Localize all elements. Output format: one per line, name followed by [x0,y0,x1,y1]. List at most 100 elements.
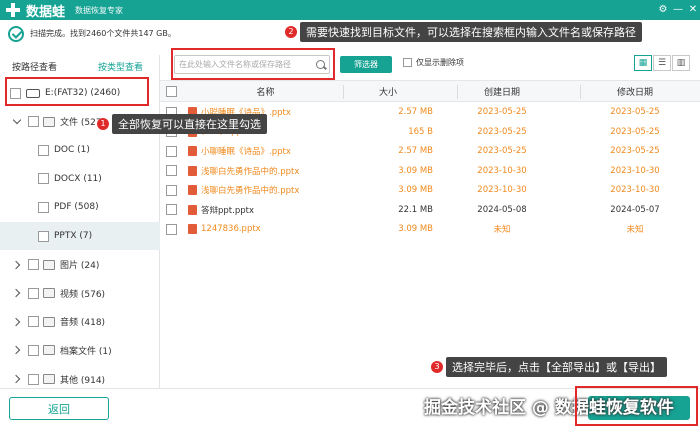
show-deleted-label: 仅显示删除项 [416,58,464,67]
settings-gear-icon[interactable]: ⚙ [656,3,670,17]
tab-by-type[interactable]: 按类型查看 [98,60,143,73]
view-mode-tabs: 按路径查看 按类型查看 [0,55,159,77]
tree-item-checkbox[interactable] [38,230,49,242]
file-name: 小聊睡眠《诗品》.pptx [201,147,291,157]
select-all-checkbox[interactable] [166,85,177,97]
tree-item-label: DOC (1) [54,145,90,156]
tree-item-label: DOCX (11) [54,173,102,184]
file-created-date: 2023-05-25 [477,126,527,137]
header-size[interactable]: 大小 [343,81,435,101]
tree-item-label: 档案文件 (1) [60,346,112,357]
file-created-date: 2023-05-25 [477,107,527,117]
filter-button[interactable]: 筛选器 [340,56,392,73]
header-created[interactable]: 创建日期 [457,81,547,101]
tree-item-label: 其他 (914) [60,375,106,386]
file-name: 1247836.pptx [201,224,261,234]
list-view-icon[interactable]: ☰ [653,55,671,71]
annotation-badge-1: 1 [97,118,109,130]
tree-item-label: 视频 (576) [60,289,106,300]
annotation-badge-2: 2 [285,26,297,38]
tree-item[interactable]: 音频 (418) [0,308,160,336]
tree-item[interactable]: 档案文件 (1) [0,336,160,364]
pptx-file-icon [188,165,197,176]
chevron-right-icon[interactable] [12,288,22,298]
file-modified-date: 2023-10-30 [610,185,660,195]
file-modified-date: 2024-05-07 [610,204,660,215]
row-checkbox[interactable] [166,145,177,157]
file-modified-date: 2023-05-25 [610,126,660,137]
file-created-date: 2024-05-08 [477,204,527,215]
chevron-down-icon[interactable] [12,117,22,127]
tree-item[interactable]: DOC (1) [0,136,160,164]
app-logo-icon [6,3,20,17]
detail-view-icon[interactable]: ▥ [672,55,690,71]
file-created-date: 2023-05-25 [477,146,527,156]
row-checkbox[interactable] [166,204,177,215]
show-deleted-checkbox[interactable] [403,58,412,67]
table-row[interactable]: 浅聊白先勇作品中的.pptx 3.09 MB 2023-10-30 2023-10-3… [160,180,700,200]
tree-item[interactable]: DOCX (11) [0,165,160,193]
tree-item-checkbox[interactable] [28,287,39,299]
tree-item-label: 图片 (24) [60,261,100,272]
file-name: 答辩ppt.pptx [201,205,254,216]
annotation-box-1 [5,77,149,106]
tree-item[interactable]: 视频 (576) [0,279,160,307]
tree-item[interactable]: 图片 (24) [0,251,160,279]
annotation-callout-1: 全部恢复可以直接在这里勾选 [112,114,267,134]
annotation-callout-2: 需要快速找到目标文件，可以选择在搜索框内输入文件名或保存路径 [300,22,642,42]
file-size: 3.09 MB [398,185,433,195]
tree-item-checkbox[interactable] [28,316,39,328]
tree-item-checkbox[interactable] [28,344,39,356]
file-size: 3.09 MB [398,224,433,234]
row-checkbox[interactable] [166,223,177,235]
document-icon [43,116,55,127]
table-row[interactable]: 浅聊白先勇作品中的.pptx 3.09 MB 2023-10-30 2023-10-3… [160,161,700,181]
image-icon [43,259,55,270]
check-circle-icon [8,25,24,42]
audio-icon [43,316,55,327]
tree-item[interactable]: PDF (508) [0,193,160,221]
pptx-file-icon [188,204,197,215]
tree-item-checkbox[interactable] [28,259,39,271]
tree-item-label: PDF (508) [54,202,99,213]
tree-item-checkbox[interactable] [38,201,49,213]
table-row[interactable]: 小聊睡眠《诗品》.pptx 2.57 MB 2023-05-25 2023-05-25 [160,141,700,161]
title-bar: 数据蛙 数据恢复专家 ⚙ — ✕ [0,0,700,20]
tree-item-checkbox[interactable] [28,373,39,385]
pptx-file-icon [188,224,197,234]
show-deleted-toggle[interactable]: 仅显示删除项 [403,57,464,68]
tree-item-label: 音频 (418) [60,318,106,329]
chevron-right-icon[interactable] [12,317,22,327]
grid-view-icon[interactable]: ▦ [634,55,652,71]
table-header: 名称 大小 创建日期 修改日期 [160,80,700,102]
file-size: 165 B [408,126,433,137]
chevron-right-icon[interactable] [12,345,22,355]
pptx-file-icon [188,185,197,195]
annotation-callout-3: 选择完毕后，点击【全部导出】或【导出】 [446,357,667,377]
archive-icon [43,345,55,356]
chevron-right-icon[interactable] [12,260,22,270]
file-size: 3.09 MB [398,165,433,176]
tab-by-path[interactable]: 按路径查看 [12,60,57,73]
annotation-box-2 [171,48,335,80]
app-subtitle: 数据恢复专家 [75,5,124,15]
pptx-file-icon [188,146,197,156]
tree-item-label: PPTX (7) [54,231,93,241]
tree-item-checkbox[interactable] [38,173,49,185]
header-name[interactable]: 名称 [188,81,343,101]
header-modified[interactable]: 修改日期 [590,81,680,101]
back-button[interactable]: 返回 [9,397,109,420]
row-checkbox[interactable] [166,165,177,176]
scan-status-text: 扫描完成。找到2460个文件共147 GB。 [30,29,176,38]
table-row[interactable]: 1247836.pptx 3.09 MB 未知 未知 [160,219,700,239]
tree-item[interactable]: PPTX (7) [0,222,160,250]
view-switch: ▦ ☰ ▥ [633,55,690,71]
minimize-button[interactable]: — [671,3,685,17]
row-checkbox[interactable] [166,184,177,196]
table-row[interactable]: 答辩ppt.pptx 22.1 MB 2024-05-08 2024-05-07 [160,200,700,220]
chevron-right-icon[interactable] [12,374,22,384]
close-button[interactable]: ✕ [686,3,700,17]
file-size: 2.57 MB [398,107,433,117]
tree-item-checkbox[interactable] [28,116,39,128]
tree-item-checkbox[interactable] [38,144,49,156]
